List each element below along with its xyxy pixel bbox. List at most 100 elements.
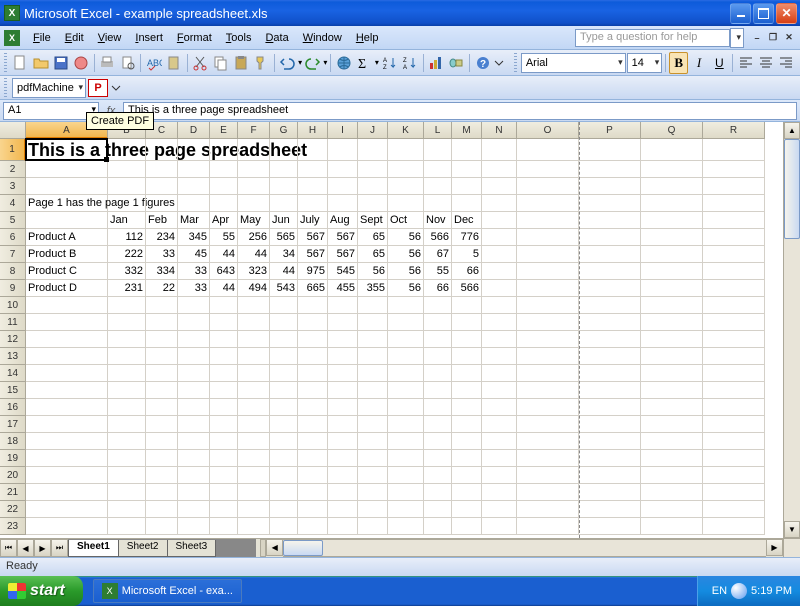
cell-B16[interactable] <box>108 399 146 416</box>
cell-D7[interactable]: 45 <box>178 246 210 263</box>
cell-C3[interactable] <box>146 178 178 195</box>
cell-H20[interactable] <box>298 467 328 484</box>
cell-C13[interactable] <box>146 348 178 365</box>
cell-H8[interactable]: 975 <box>298 263 328 280</box>
cell-K19[interactable] <box>388 450 424 467</box>
tab-nav-prev[interactable]: ◀ <box>17 539 34 557</box>
cell-L21[interactable] <box>424 484 452 501</box>
print-preview-icon[interactable] <box>118 52 137 74</box>
cell-D15[interactable] <box>178 382 210 399</box>
cell-L7[interactable]: 67 <box>424 246 452 263</box>
align-left-icon[interactable] <box>736 52 755 74</box>
cell-B6[interactable]: 112 <box>108 229 146 246</box>
cell-Q5[interactable] <box>641 212 703 229</box>
cell-Q21[interactable] <box>641 484 703 501</box>
row-header-2[interactable]: 2 <box>0 161 26 178</box>
tab-nav-last[interactable]: ⏭ <box>51 539 68 557</box>
menu-data[interactable]: Data <box>258 30 295 46</box>
cell-B1[interactable] <box>108 139 146 161</box>
menu-view[interactable]: View <box>91 30 129 46</box>
cell-M21[interactable] <box>452 484 482 501</box>
cell-C6[interactable]: 234 <box>146 229 178 246</box>
menu-format[interactable]: Format <box>170 30 219 46</box>
cell-D5[interactable]: Mar <box>178 212 210 229</box>
cell-L14[interactable] <box>424 365 452 382</box>
cell-I5[interactable]: Aug <box>328 212 358 229</box>
format-painter-icon[interactable] <box>252 52 271 74</box>
cell-D19[interactable] <box>178 450 210 467</box>
row-header-1[interactable]: 1 <box>0 139 26 161</box>
cell-N3[interactable] <box>482 178 517 195</box>
window-close-button[interactable] <box>776 3 797 24</box>
cell-E14[interactable] <box>210 365 238 382</box>
row-header-11[interactable]: 11 <box>0 314 26 331</box>
cell-L13[interactable] <box>424 348 452 365</box>
cell-R16[interactable] <box>703 399 765 416</box>
cell-B22[interactable] <box>108 501 146 518</box>
cell-B7[interactable]: 222 <box>108 246 146 263</box>
cell-D9[interactable]: 33 <box>178 280 210 297</box>
cell-O23[interactable] <box>517 518 579 535</box>
cell-F22[interactable] <box>238 501 270 518</box>
cell-J13[interactable] <box>358 348 388 365</box>
cell-K15[interactable] <box>388 382 424 399</box>
cell-E17[interactable] <box>210 416 238 433</box>
cell-F2[interactable] <box>238 161 270 178</box>
tray-icon[interactable] <box>731 583 747 599</box>
cell-O20[interactable] <box>517 467 579 484</box>
cell-I13[interactable] <box>328 348 358 365</box>
menu-insert[interactable]: Insert <box>128 30 170 46</box>
cell-G12[interactable] <box>270 331 298 348</box>
cell-B9[interactable]: 231 <box>108 280 146 297</box>
cell-P7[interactable] <box>579 246 641 263</box>
cell-A2[interactable] <box>26 161 108 178</box>
cell-I19[interactable] <box>328 450 358 467</box>
cell-Q8[interactable] <box>641 263 703 280</box>
cell-O15[interactable] <box>517 382 579 399</box>
cell-G23[interactable] <box>270 518 298 535</box>
row-header-4[interactable]: 4 <box>0 195 26 212</box>
cell-M23[interactable] <box>452 518 482 535</box>
cell-L10[interactable] <box>424 297 452 314</box>
select-all-corner[interactable] <box>0 122 26 139</box>
cell-B17[interactable] <box>108 416 146 433</box>
cell-K2[interactable] <box>388 161 424 178</box>
column-header-Q[interactable]: Q <box>641 122 703 139</box>
cell-B14[interactable] <box>108 365 146 382</box>
cell-M2[interactable] <box>452 161 482 178</box>
cell-R18[interactable] <box>703 433 765 450</box>
cell-F8[interactable]: 323 <box>238 263 270 280</box>
cell-D23[interactable] <box>178 518 210 535</box>
cell-F17[interactable] <box>238 416 270 433</box>
cell-H18[interactable] <box>298 433 328 450</box>
cell-N8[interactable] <box>482 263 517 280</box>
cell-G6[interactable]: 565 <box>270 229 298 246</box>
cell-M4[interactable] <box>452 195 482 212</box>
cell-Q15[interactable] <box>641 382 703 399</box>
row-header-23[interactable]: 23 <box>0 518 26 535</box>
toolbar-options-icon[interactable] <box>110 77 122 99</box>
cell-P23[interactable] <box>579 518 641 535</box>
cell-I20[interactable] <box>328 467 358 484</box>
cell-R20[interactable] <box>703 467 765 484</box>
font-size-select[interactable]: 14 <box>627 53 663 73</box>
cell-G17[interactable] <box>270 416 298 433</box>
scroll-down-button[interactable]: ▼ <box>784 521 800 538</box>
toolbar-handle[interactable] <box>4 53 7 73</box>
cell-B11[interactable] <box>108 314 146 331</box>
cell-J17[interactable] <box>358 416 388 433</box>
cell-E23[interactable] <box>210 518 238 535</box>
cell-K9[interactable]: 56 <box>388 280 424 297</box>
cell-O7[interactable] <box>517 246 579 263</box>
cell-R9[interactable] <box>703 280 765 297</box>
cell-I17[interactable] <box>328 416 358 433</box>
cell-G1[interactable] <box>270 139 298 161</box>
cell-E1[interactable] <box>210 139 238 161</box>
cell-M19[interactable] <box>452 450 482 467</box>
cell-E10[interactable] <box>210 297 238 314</box>
cell-C12[interactable] <box>146 331 178 348</box>
cell-A15[interactable] <box>26 382 108 399</box>
cell-H4[interactable] <box>298 195 328 212</box>
cell-N4[interactable] <box>482 195 517 212</box>
cell-P15[interactable] <box>579 382 641 399</box>
